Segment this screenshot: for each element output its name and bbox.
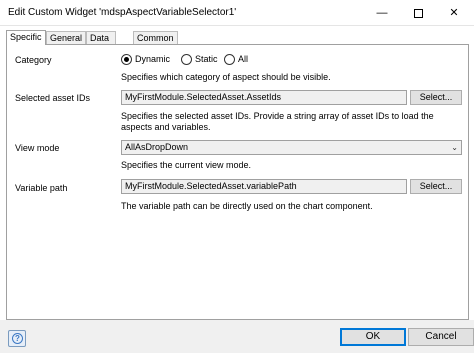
radio-dynamic-label: Dynamic	[135, 54, 171, 64]
help-icon: ?	[12, 333, 23, 344]
minimize-icon[interactable]: —	[364, 0, 400, 26]
radio-dynamic-indicator	[121, 54, 132, 65]
tab-general[interactable]: General	[46, 31, 87, 44]
selected-asset-ids-description: Specifies the selected asset IDs. Provid…	[121, 111, 434, 132]
title-bar: Edit Custom Widget 'mdspAspectVariableSe…	[0, 0, 474, 26]
selected-asset-ids-label: Selected asset IDs	[15, 93, 91, 103]
view-mode-select[interactable]: AllAsDropDown ⌄	[121, 140, 462, 155]
help-button[interactable]: ?	[8, 330, 26, 347]
tab-specific[interactable]: Specific	[6, 30, 46, 45]
dialog-footer: ? OK Cancel	[0, 320, 474, 353]
variable-path-description: The variable path can be directly used o…	[121, 201, 373, 211]
radio-all-label: All	[238, 54, 249, 64]
category-description: Specifies which category of aspect shoul…	[121, 72, 331, 82]
view-mode-description: Specifies the current view mode.	[121, 160, 252, 170]
ok-button[interactable]: OK	[340, 328, 406, 346]
selected-asset-ids-select-button[interactable]: Select...	[410, 90, 462, 105]
view-mode-label: View mode	[15, 143, 60, 153]
tab-data-types[interactable]: Data types	[86, 31, 116, 55]
tab-common[interactable]: Common	[133, 31, 178, 44]
radio-static-label: Static	[195, 54, 218, 64]
variable-path-label: Variable path	[15, 183, 68, 193]
specific-panel: Category Dynamic Static All Specifies wh…	[6, 44, 469, 320]
variable-path-input[interactable]: MyFirstModule.SelectedAsset.variablePath	[121, 179, 407, 194]
window-title: Edit Custom Widget 'mdspAspectVariableSe…	[8, 7, 237, 18]
radio-static-indicator	[181, 54, 192, 65]
chevron-down-icon: ⌄	[451, 143, 458, 152]
selected-asset-ids-input[interactable]: MyFirstModule.SelectedAsset.AssetIds	[121, 90, 407, 105]
close-icon[interactable]: ✕	[436, 0, 472, 26]
variable-path-select-button[interactable]: Select...	[410, 179, 462, 194]
view-mode-value: AllAsDropDown	[125, 142, 189, 152]
cancel-button[interactable]: Cancel	[408, 328, 474, 346]
maximize-icon[interactable]	[400, 0, 436, 26]
radio-all-indicator	[224, 54, 235, 65]
category-label: Category	[15, 55, 52, 65]
